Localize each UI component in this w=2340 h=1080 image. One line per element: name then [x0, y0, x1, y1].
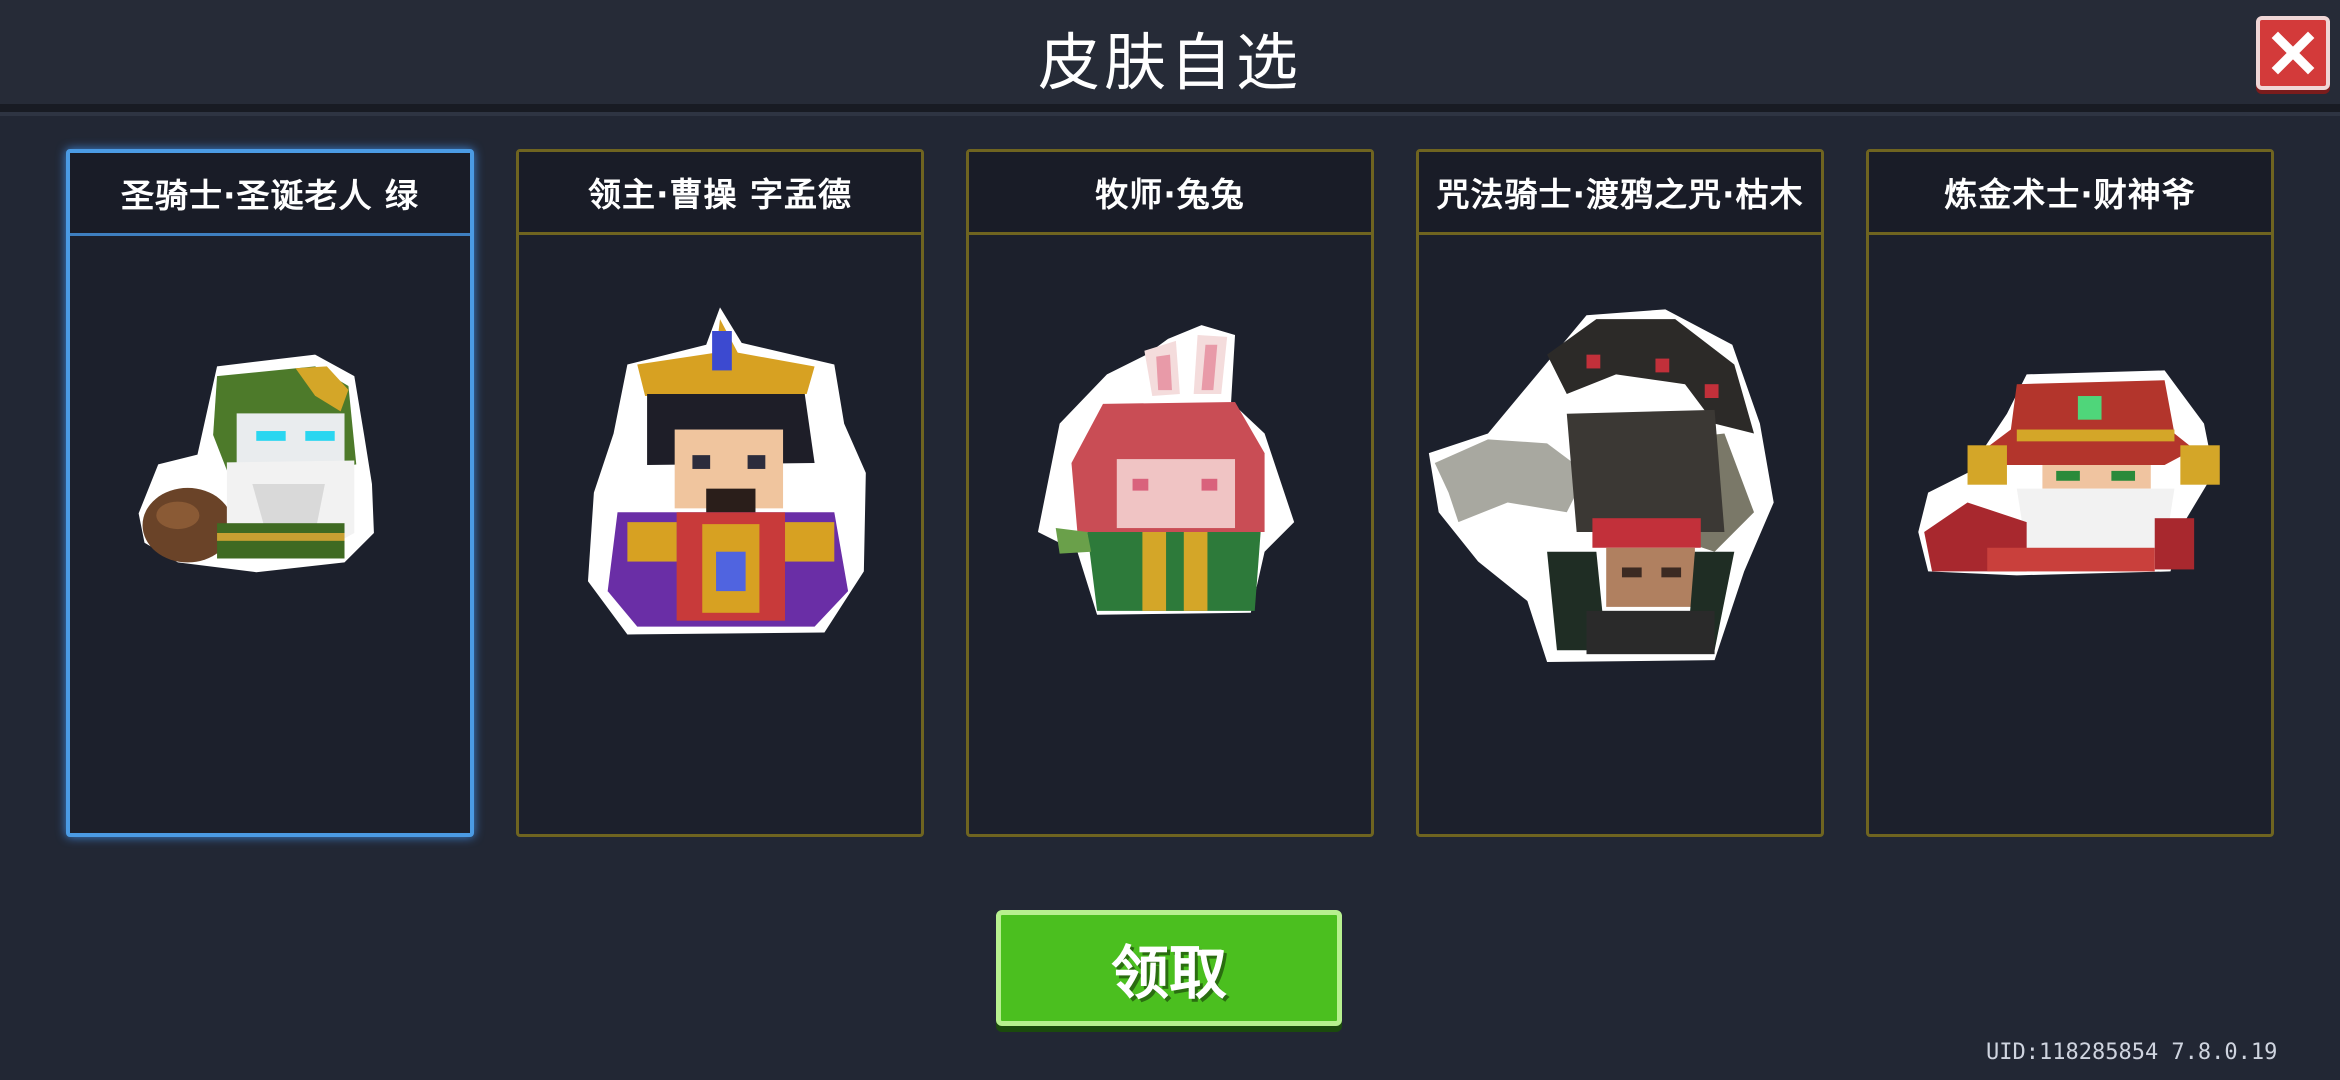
header-bar: 皮肤自选: [0, 0, 2340, 112]
skin-card-priest-bunny[interactable]: 牧师·兔兔: [966, 149, 1374, 837]
skin-card-raven-knight[interactable]: 咒法骑士·渡鸦之咒·枯木: [1416, 149, 1824, 837]
skin-card-alchemist-wealth[interactable]: 炼金术士·财神爷: [1866, 149, 2274, 837]
raven-knight-sprite: [1428, 309, 1774, 663]
santa-green-sprite: [138, 354, 374, 573]
caocao-sprite: [587, 307, 866, 635]
card-title: 领主·曹操 字孟德: [519, 152, 921, 235]
uid-version-label: UID:118285854 7.8.0.19: [1986, 1040, 2278, 1065]
card-title: 炼金术士·财神爷: [1869, 152, 2271, 235]
card-title: 牧师·兔兔: [969, 152, 1371, 235]
close-icon: [2271, 31, 2315, 75]
close-button[interactable]: [2256, 16, 2330, 90]
card-title: 圣骑士·圣诞老人 绿: [70, 153, 470, 236]
card-title: 咒法骑士·渡鸦之咒·枯木: [1419, 152, 1821, 235]
skin-card-santa-green[interactable]: 圣骑士·圣诞老人 绿: [66, 149, 474, 837]
priest-bunny-sprite: [1037, 325, 1295, 615]
page-title: 皮肤自选: [1037, 26, 1302, 99]
claim-button[interactable]: 领取: [996, 910, 1342, 1026]
skin-card-caocao[interactable]: 领主·曹操 字孟德: [516, 149, 924, 837]
alchemist-wealth-sprite: [1918, 370, 2220, 576]
